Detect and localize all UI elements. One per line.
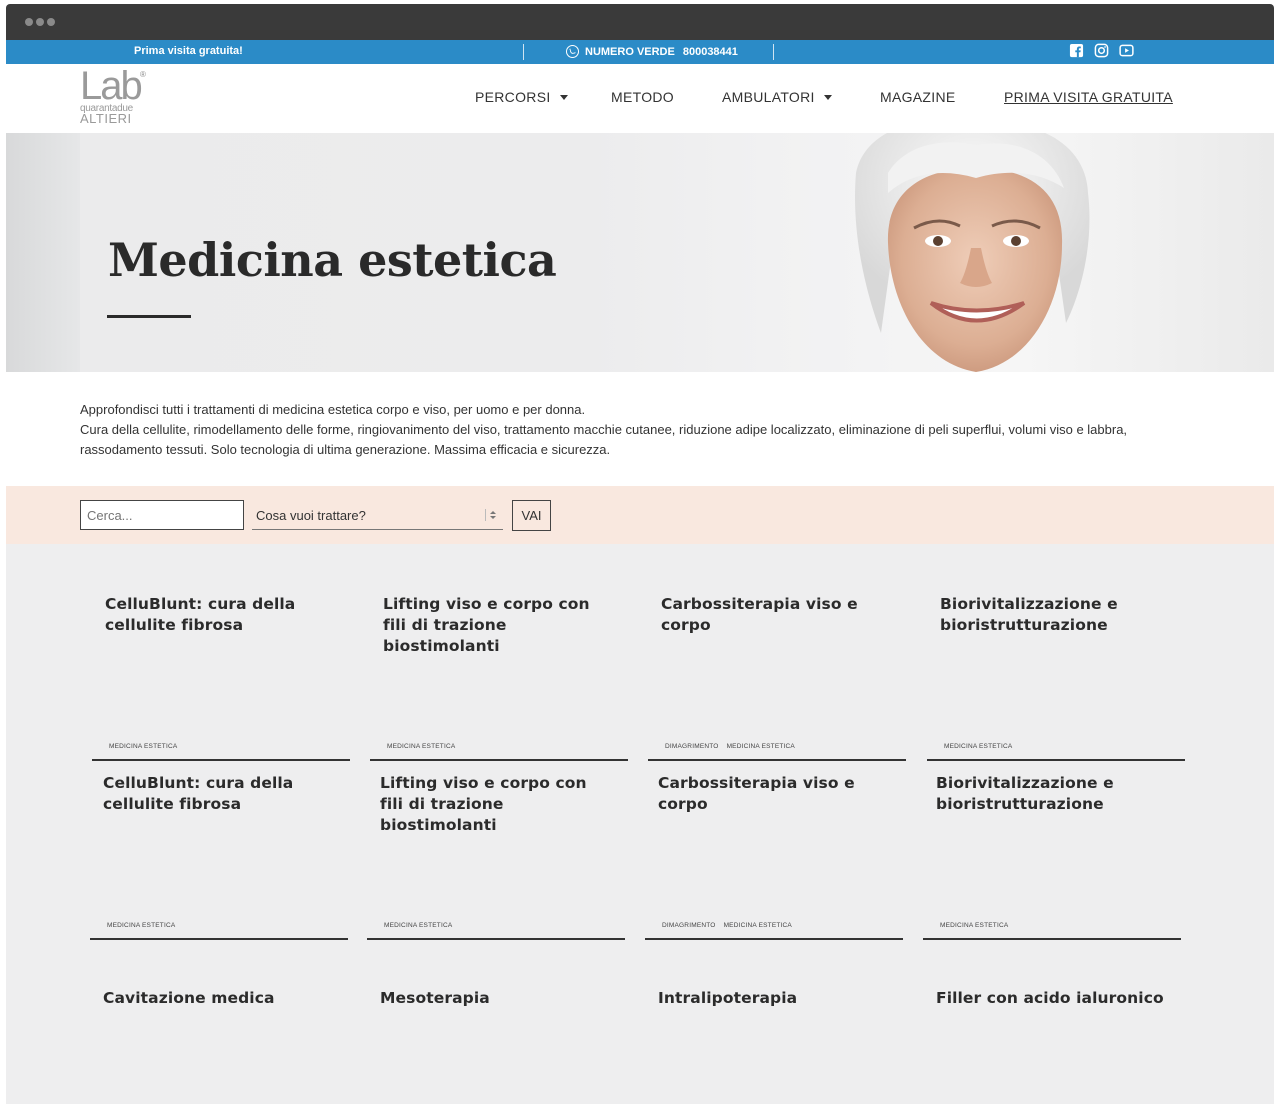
treatments-grid: CelluBlunt: cura della cellulite fibrosa…: [6, 544, 1274, 1104]
treatment-card[interactable]: Lifting viso e corpo con fili di trazion…: [370, 544, 628, 761]
nav-label: MAGAZINE: [880, 89, 956, 105]
card-title[interactable]: Carbossiterapia viso e corpo: [661, 594, 891, 636]
treatment-card[interactable]: Mesoterapia: [367, 938, 623, 1104]
card-tag[interactable]: MEDICINA ESTETICA: [384, 922, 452, 929]
intro-line-1: Approfondisci tutti i trattamenti di med…: [80, 402, 586, 417]
nav-item-ambulatori[interactable]: AMBULATORI: [722, 89, 832, 105]
search-filter-bar: Cosa vuoi trattare? VAI: [6, 486, 1274, 544]
phone-icon: [566, 45, 579, 58]
social-links: [1069, 43, 1134, 58]
card-title[interactable]: Carbossiterapia viso e corpo: [658, 773, 888, 815]
browser-chrome: [6, 4, 1274, 40]
treatment-card[interactable]: Biorivitalizzazione e bioristrutturazion…: [923, 723, 1181, 940]
window-dots-icon: [25, 18, 55, 26]
nav-label: METODO: [611, 89, 674, 105]
card-title[interactable]: CelluBlunt: cura della cellulite fibrosa: [105, 594, 335, 636]
title-underline: [107, 315, 191, 318]
card-title[interactable]: Lifting viso e corpo con fili di trazion…: [380, 773, 610, 836]
site-header: Lab ® quarantadue ALTIERI PERCORSI METOD…: [6, 64, 1274, 133]
nav-label: PRIMA VISITA GRATUITA: [1004, 89, 1173, 105]
nav-item-metodo[interactable]: METODO: [611, 89, 674, 105]
site-logo[interactable]: Lab ® quarantadue ALTIERI: [80, 66, 150, 128]
card-title[interactable]: Lifting viso e corpo con fili di trazion…: [383, 594, 613, 657]
card-tag[interactable]: MEDICINA ESTETICA: [940, 922, 1008, 929]
select-arrows-icon: [485, 509, 496, 521]
card-tag[interactable]: MEDICINA ESTETICA: [107, 922, 175, 929]
top-info-bar: Prima visita gratuita! NUMERO VERDE 8000…: [6, 40, 1274, 64]
card-tags: MEDICINA ESTETICA: [940, 922, 1008, 929]
page-title: Medicina estetica: [108, 233, 557, 287]
search-input[interactable]: [80, 500, 244, 530]
phone-label: NUMERO VERDE: [585, 45, 675, 58]
caret-down-icon: [823, 94, 832, 100]
card-title[interactable]: Mesoterapia: [380, 988, 610, 1009]
card-tag[interactable]: DIMAGRIMENTO: [662, 922, 716, 929]
hero-banner: Medicina estetica: [6, 133, 1274, 372]
card-title[interactable]: Filler con acido ialuronico: [936, 988, 1166, 1009]
treatment-card[interactable]: Biorivitalizzazione e bioristrutturazion…: [927, 544, 1185, 761]
treatment-card[interactable]: Lifting viso e corpo con fili di trazion…: [367, 723, 625, 940]
phone-value: 800038441: [682, 45, 738, 58]
logo-brand: ALTIERI: [80, 111, 132, 126]
caret-down-icon: [559, 94, 568, 100]
treatment-card[interactable]: Cavitazione medica: [90, 938, 346, 1104]
phone-number[interactable]: NUMERO VERDE 800038441: [566, 45, 738, 58]
intro-line-2: Cura della cellulite, rimodellamento del…: [80, 422, 1128, 457]
card-tag[interactable]: MEDICINA ESTETICA: [724, 922, 792, 929]
promo-link[interactable]: Prima visita gratuita!: [134, 45, 243, 57]
youtube-icon[interactable]: [1119, 43, 1134, 58]
divider: [773, 44, 774, 60]
treatment-card[interactable]: Intralipoterapia: [645, 938, 901, 1104]
vai-button[interactable]: VAI: [512, 500, 551, 531]
treatment-card[interactable]: CelluBlunt: cura della cellulite fibrosa…: [92, 544, 350, 761]
nav-item-magazine[interactable]: MAGAZINE: [880, 89, 956, 105]
instagram-icon[interactable]: [1094, 43, 1109, 58]
treatment-select[interactable]: Cosa vuoi trattare?: [252, 500, 503, 530]
treatment-card[interactable]: Carbossiterapia viso e corpo DIMAGRIMENT…: [645, 723, 903, 940]
card-tags: MEDICINA ESTETICA: [384, 922, 452, 929]
card-tags: MEDICINA ESTETICA: [107, 922, 175, 929]
facebook-icon[interactable]: [1069, 43, 1084, 58]
select-value: Cosa vuoi trattare?: [256, 508, 366, 523]
divider: [523, 44, 524, 60]
treatment-card[interactable]: CelluBlunt: cura della cellulite fibrosa…: [90, 723, 348, 940]
card-title[interactable]: Biorivitalizzazione e bioristrutturazion…: [936, 773, 1166, 815]
card-title[interactable]: Biorivitalizzazione e bioristrutturazion…: [940, 594, 1170, 636]
treatment-card[interactable]: Filler con acido ialuronico: [923, 938, 1179, 1104]
nav-label: PERCORSI: [475, 89, 551, 105]
card-title[interactable]: Cavitazione medica: [103, 988, 333, 1009]
treatment-card[interactable]: Carbossiterapia viso e corpo DIMAGRIMENT…: [648, 544, 906, 761]
nav-item-prima-visita[interactable]: PRIMA VISITA GRATUITA: [1004, 89, 1173, 105]
card-tags: DIMAGRIMENTO MEDICINA ESTETICA: [662, 922, 792, 929]
card-title[interactable]: CelluBlunt: cura della cellulite fibrosa: [103, 773, 333, 815]
nav-item-percorsi[interactable]: PERCORSI: [475, 89, 568, 105]
card-title[interactable]: Intralipoterapia: [658, 988, 888, 1009]
nav-label: AMBULATORI: [722, 89, 815, 105]
logo-registered: ®: [140, 70, 146, 79]
hero-side-panel: [6, 133, 80, 372]
intro-text: Approfondisci tutti i trattamenti di med…: [80, 400, 1190, 460]
hero-portrait-image: [855, 133, 1090, 372]
